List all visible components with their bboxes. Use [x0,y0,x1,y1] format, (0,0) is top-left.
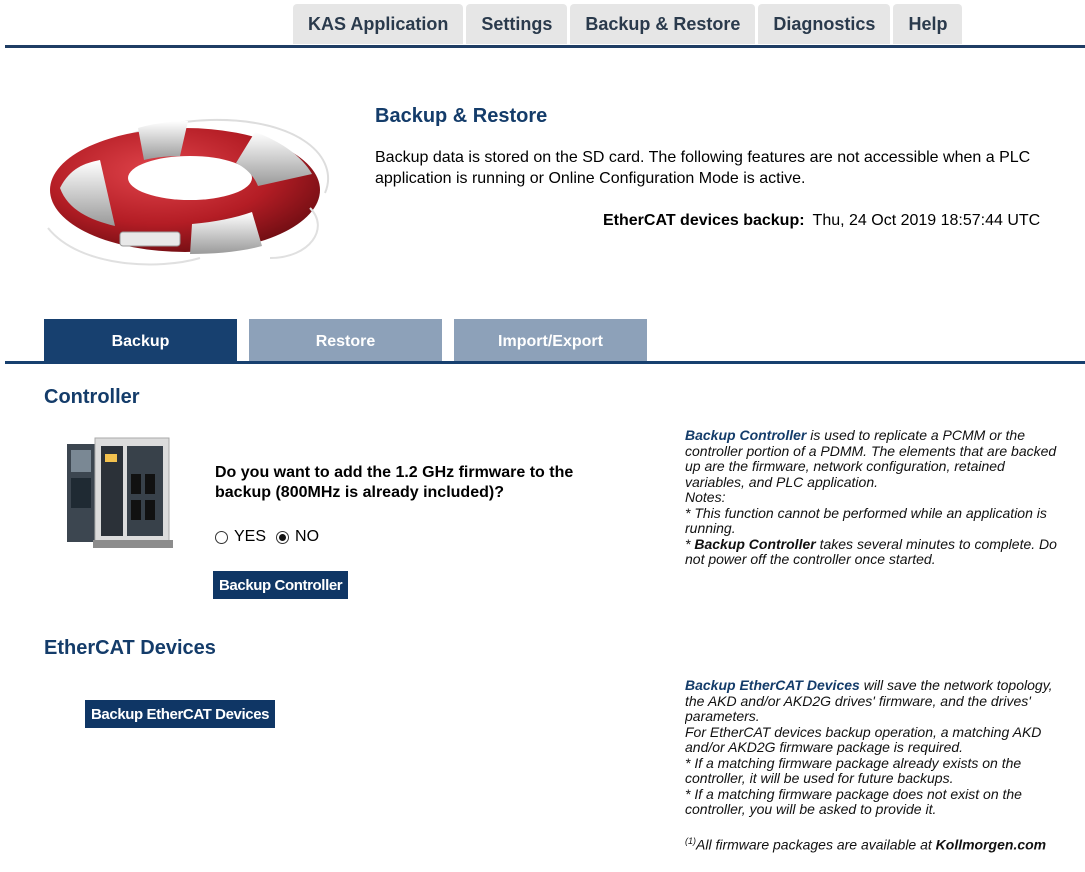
nav-tab-help[interactable]: Help [893,4,963,44]
tab-import-export[interactable]: Import/Export [454,319,647,362]
help-line: takes several minutes to complete. Do [815,535,1057,552]
help-line: controller, you will be asked to provide… [685,801,937,817]
controller-section-title: Controller [44,386,140,408]
no-radio-label: NO [295,528,320,545]
nav-tab-diagnostics[interactable]: Diagnostics [758,4,891,44]
page-title: Backup & Restore [375,105,548,127]
help-line: parameters. [685,708,760,724]
help-bold: Backup Controller [694,535,816,552]
footnote-marker: (1) [685,835,696,846]
subtab-divider [5,361,1085,364]
help-line: For EtherCAT devices backup operation, a… [685,723,1042,740]
controller-device-image [67,437,173,548]
ethercat-help-text: Backup EtherCAT Devices will save the ne… [685,678,1085,853]
help-line: will save the network topology, [859,678,1053,693]
ethercat-section-title: EtherCAT Devices [44,637,216,659]
kollmorgen-link[interactable]: Kollmorgen.com [936,836,1046,852]
help-line: * If a matching firmware package already… [685,754,1022,771]
help-line: variables, and PLC application. [685,473,879,490]
help-line: * [685,535,695,552]
help-line: * If a matching firmware package does no… [685,785,1022,802]
help-ethercat-lead: Backup EtherCAT Devices [685,678,860,693]
nav-divider [5,45,1085,48]
yes-radio[interactable] [215,530,228,544]
ethercat-backup-status: EtherCAT devices backup: Thu, 24 Oct 2019… [603,212,1040,230]
firmware-question: Do you want to add the 1.2 GHz firmware … [215,464,574,501]
backup-ethercat-devices-button[interactable]: Backup EtherCAT Devices [85,700,276,728]
page-description: Backup data is stored on the SD card. Th… [375,149,1031,187]
help-controller-lead: Backup Controller [685,428,807,443]
help-line: up are the firmware, network configurati… [685,458,1005,474]
top-nav: KAS Application Settings Backup & Restor… [293,4,963,44]
help-notes: Notes: [685,489,726,505]
tab-backup[interactable]: Backup [44,319,237,362]
help-line: not power off the controller once starte… [685,551,936,567]
backup-controller-button[interactable]: Backup Controller [213,571,349,599]
ethercat-backup-label: EtherCAT devices backup: [603,212,805,229]
nav-tab-backup-restore[interactable]: Backup & Restore [570,4,756,44]
help-line: running. [685,520,736,536]
help-line: * This function cannot be performed whil… [685,504,1047,521]
tab-restore[interactable]: Restore [249,319,442,362]
help-line: controller, it will be used for future b… [685,770,954,786]
help-line: controller portion of a PDMM. The elemen… [685,442,1057,459]
help-line: is used to replicate a PCMM or the [806,428,1026,443]
subtabs: Backup Restore Import/Export [44,319,647,362]
footnote-text: All firmware packages are available at [696,836,936,853]
lifebuoy-icon [47,118,330,266]
nav-tab-kas-application[interactable]: KAS Application [293,4,464,44]
firmware-radio-group: YES NO [215,528,329,546]
no-radio[interactable] [276,530,290,544]
nav-tab-settings[interactable]: Settings [466,4,568,44]
help-line: and/or AKD2G firmware package is require… [685,739,964,755]
controller-help-text: Backup Controller is used to replicate a… [685,428,1085,568]
help-line: the AKD and/or AKD2G drives' firmware, a… [685,692,1031,709]
ethercat-backup-timestamp: Thu, 24 Oct 2019 18:57:44 UTC [812,212,1041,229]
yes-radio-label: YES [234,528,267,545]
